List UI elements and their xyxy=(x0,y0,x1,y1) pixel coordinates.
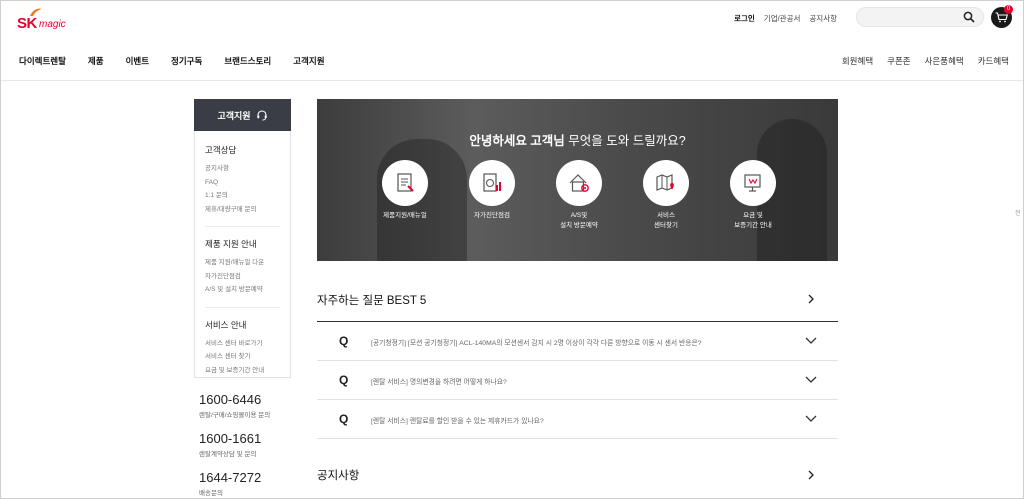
quick-link-circle xyxy=(643,160,689,206)
sidebar-title-text: 고객지원 xyxy=(217,110,251,121)
home-service-icon xyxy=(569,174,589,192)
quick-link-label: 자가진단점검 xyxy=(474,212,510,219)
nav-member-benefits[interactable]: 회원혜택 xyxy=(842,55,873,67)
chevron-down-icon[interactable] xyxy=(805,336,817,345)
nav-brand-story[interactable]: 브랜드스토리 xyxy=(224,55,271,67)
phone-number: 1600-6446 xyxy=(199,392,262,407)
cart-count-badge: 0 xyxy=(1004,5,1013,14)
quick-link-circle xyxy=(730,160,776,206)
chevron-right-icon[interactable] xyxy=(806,294,816,304)
faq-q-label: Q xyxy=(339,373,349,387)
headset-icon xyxy=(256,110,267,121)
phone-block: 1600-1661 렌탈계약상담 및 문의 xyxy=(199,431,261,458)
quick-link-label: 센터찾기 xyxy=(654,222,678,229)
benefit-nav: 회원혜택 쿠폰존 사은품혜택 카드혜택 xyxy=(828,55,1009,67)
quick-link-circle xyxy=(469,160,515,206)
sidebar-group-product-support[interactable]: 제품 지원 안내 xyxy=(205,238,280,250)
sidebar-item-as-booking[interactable]: A/S 및 설치 방문예약 xyxy=(205,283,280,297)
hero-quick-links: 제품지원/매뉴얼 자가진단점검 A/S및 설치 방문예약 서비스 센터찾기 요금… xyxy=(379,160,779,231)
washer-check-icon xyxy=(483,173,501,192)
faq-item[interactable]: Q [렌탈 서비스] 명의변경을 하려면 어떻게 하나요? xyxy=(317,361,838,400)
main-nav: 다이렉트렌탈 제품 이벤트 정기구독 브랜드스토리 고객지원 xyxy=(19,55,347,67)
quick-link-label: 보증기간 안내 xyxy=(734,222,772,229)
nav-products[interactable]: 제품 xyxy=(88,55,104,67)
sidebar-item-service-center-find[interactable]: 서비스 센터 찾기 xyxy=(205,350,280,364)
login-link[interactable]: 로그인 xyxy=(734,13,755,24)
chevron-down-icon[interactable] xyxy=(805,414,817,423)
nav-subscription[interactable]: 정기구독 xyxy=(171,55,202,67)
faq-item[interactable]: Q [렌탈 서비스] 렌탈료를 할인 받을 수 있는 제휴카드가 있나요? xyxy=(317,400,838,439)
sk-magic-logo[interactable]: SK magic xyxy=(17,7,73,33)
quick-link-label: 설치 방문예약 xyxy=(560,222,598,229)
faq-question[interactable]: [렌탈 서비스] 명의변경을 하려면 어떻게 하나요? xyxy=(371,376,507,386)
sidebar-item-bulk-inquiry[interactable]: 제휴/대량구매 문의 xyxy=(205,203,280,217)
cart-button[interactable]: 0 xyxy=(991,5,1013,28)
search-box xyxy=(856,7,984,28)
sidebar-item-notice[interactable]: 공지사항 xyxy=(205,162,280,176)
hero-title-bold: 안녕하세요 고객님 xyxy=(469,134,565,148)
quick-link-as-booking[interactable]: A/S및 설치 방문예약 xyxy=(553,160,605,231)
notice-section-title: 공지사항 xyxy=(317,470,360,482)
warranty-icon xyxy=(744,174,761,192)
hero-title-rest: 무엇을 도와 드릴까요? xyxy=(564,134,686,148)
phone-number: 1600-1661 xyxy=(199,431,262,446)
sidebar-item-self-check[interactable]: 자가진단점검 xyxy=(205,270,280,284)
faq-question[interactable]: [렌탈 서비스] 렌탈료를 할인 받을 수 있는 제휴카드가 있나요? xyxy=(371,415,544,425)
phone-block: 1600-6446 렌탈/구매/쇼핑몰이용 문의 xyxy=(199,392,270,419)
search-input[interactable] xyxy=(867,9,967,28)
map-pin-icon xyxy=(656,174,674,191)
quick-link-label: 서비스 xyxy=(657,212,675,219)
phone-description: 렌탈/구매/쇼핑몰이용 문의 xyxy=(199,412,271,419)
phone-description: 배송문의 xyxy=(199,490,223,497)
nav-direct-rental[interactable]: 다이렉트렌탈 xyxy=(19,55,66,67)
faq-item[interactable]: Q [공기청정기] [모션 공기청정기] ACL-140MA의 모션센서 감지 … xyxy=(317,322,838,361)
quick-link-circle xyxy=(556,160,602,206)
quick-link-service-center[interactable]: 서비스 센터찾기 xyxy=(640,160,692,231)
header-divider xyxy=(1,80,1023,81)
sidebar-title: 고객지원 xyxy=(194,99,291,131)
faq-q-label: Q xyxy=(339,334,349,348)
sidebar-group-service[interactable]: 서비스 안내 xyxy=(205,319,280,331)
faq-section-title: 자주하는 질문 BEST 5 xyxy=(317,295,427,307)
search-icon[interactable] xyxy=(963,11,975,23)
utility-links: 로그인 기업/관공서 공지사항 xyxy=(734,13,837,24)
phone-number: 1644-7272 xyxy=(199,470,262,485)
faq-q-label: Q xyxy=(339,412,349,426)
manual-icon xyxy=(397,173,414,192)
sidebar-item-manual-download[interactable]: 제품 지원/매뉴얼 다운 xyxy=(205,256,280,270)
quick-link-self-check[interactable]: 자가진단점검 xyxy=(466,160,518,231)
notice-link[interactable]: 공지사항 xyxy=(809,13,837,24)
sidebar-divider xyxy=(205,226,280,227)
quick-link-fee-warranty[interactable]: 요금 및 보증기간 안내 xyxy=(727,160,779,231)
quick-link-circle xyxy=(382,160,428,206)
sidebar-group-consult[interactable]: 고객상담 xyxy=(205,144,280,156)
sidebar-item-fee-warranty[interactable]: 요금 및 보증기간 안내 xyxy=(205,364,280,378)
quick-link-label: 제품지원/매뉴얼 xyxy=(383,212,427,219)
sidebar-item-faq[interactable]: FAQ xyxy=(205,176,280,190)
chevron-down-icon[interactable] xyxy=(805,375,817,384)
sidebar-item-inquiry[interactable]: 1:1 문의 xyxy=(205,189,280,203)
support-hero-banner: 안녕하세요 고객님 무엇을 도와 드릴까요? 제품지원/매뉴얼 자가진단점검 A… xyxy=(317,99,838,261)
nav-gift-benefits[interactable]: 사은품혜택 xyxy=(925,55,964,67)
hero-title: 안녕하세요 고객님 무엇을 도와 드릴까요? xyxy=(317,130,838,149)
quick-link-manual[interactable]: 제품지원/매뉴얼 xyxy=(379,160,431,231)
enterprise-link[interactable]: 기업/관공서 xyxy=(764,13,801,24)
quick-link-label: A/S및 xyxy=(570,212,588,219)
sidebar-menu: 고객상담 공지사항 FAQ 1:1 문의 제휴/대량구매 문의 제품 지원 안내… xyxy=(194,131,291,378)
sidebar-divider xyxy=(205,306,280,308)
nav-card-benefits[interactable]: 카드혜택 xyxy=(978,55,1009,67)
nav-events[interactable]: 이벤트 xyxy=(126,55,149,67)
edge-text-fragment: 전 xyxy=(1015,211,1021,217)
chevron-right-icon[interactable] xyxy=(806,470,816,480)
logo-magic-text: magic xyxy=(39,19,66,30)
logo-sk-text: SK xyxy=(17,15,37,32)
nav-customer-support[interactable]: 고객지원 xyxy=(293,55,324,67)
faq-question[interactable]: [공기청정기] [모션 공기청정기] ACL-140MA의 모션센서 감지 시 … xyxy=(371,337,702,347)
sidebar-item-service-center-link[interactable]: 서비스 센터 바로가기 xyxy=(205,337,280,351)
quick-link-label: 요금 및 xyxy=(743,212,763,219)
nav-coupon-zone[interactable]: 쿠폰존 xyxy=(887,55,910,67)
phone-description: 렌탈계약상담 및 문의 xyxy=(199,451,257,458)
phone-block: 1644-7272 배송문의 xyxy=(199,470,261,497)
